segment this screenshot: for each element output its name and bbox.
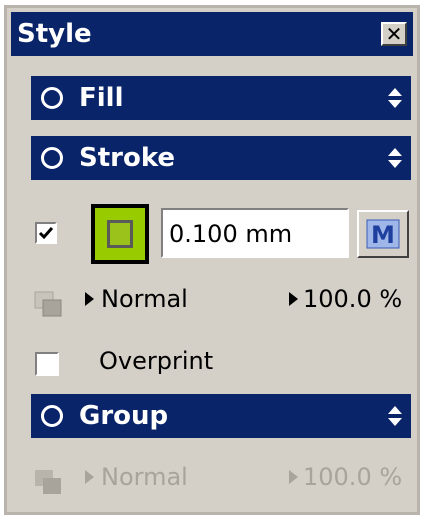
stroke-section-label: Stroke [79,143,176,173]
overprint-checkbox[interactable] [35,352,59,376]
blend-squares-icon [34,291,62,317]
fill-section-label: Fill [79,83,124,113]
panel-title: Style [17,19,92,49]
triangle-right-icon [85,470,94,484]
up-down-arrows-icon[interactable] [387,146,403,170]
radio-circle-icon[interactable] [41,405,63,427]
title-bar[interactable]: Style ✕ [11,12,413,56]
stroke-color-swatch[interactable] [91,204,149,264]
stroke-m-button[interactable]: M [357,210,409,258]
overprint-label: Overprint [99,347,214,375]
close-icon: ✕ [385,22,403,46]
swatch-square-icon [107,220,133,248]
close-button[interactable]: ✕ [381,22,407,46]
blend-mode-select[interactable]: Normal [101,284,188,314]
m-icon: M [366,219,400,249]
up-down-arrows-icon[interactable] [387,86,403,110]
stroke-width-input[interactable]: 0.100 mm [161,208,349,258]
opacity-field[interactable]: 100.0 % [303,284,402,314]
checkmark-icon [38,227,54,240]
blend-squares-icon [35,470,61,494]
radio-circle-icon[interactable] [41,87,63,109]
m-button-label: M [371,221,395,249]
radio-circle-icon[interactable] [41,147,63,169]
fill-section-header[interactable]: Fill [31,76,411,120]
group-blend-mode-select: Normal [101,463,188,491]
group-section-label: Group [79,401,169,431]
group-section-header[interactable]: Group [31,394,411,438]
stroke-enabled-checkbox[interactable] [35,222,57,244]
triangle-right-icon [289,470,298,484]
stroke-section-header[interactable]: Stroke [31,136,411,180]
triangle-right-icon [289,292,298,306]
group-opacity-field: 100.0 % [303,463,403,491]
triangle-right-icon [85,292,94,306]
up-down-arrows-icon[interactable] [387,404,403,428]
style-panel: Style ✕ Fill Stroke 0.100 mm M Normal 10… [4,5,420,515]
